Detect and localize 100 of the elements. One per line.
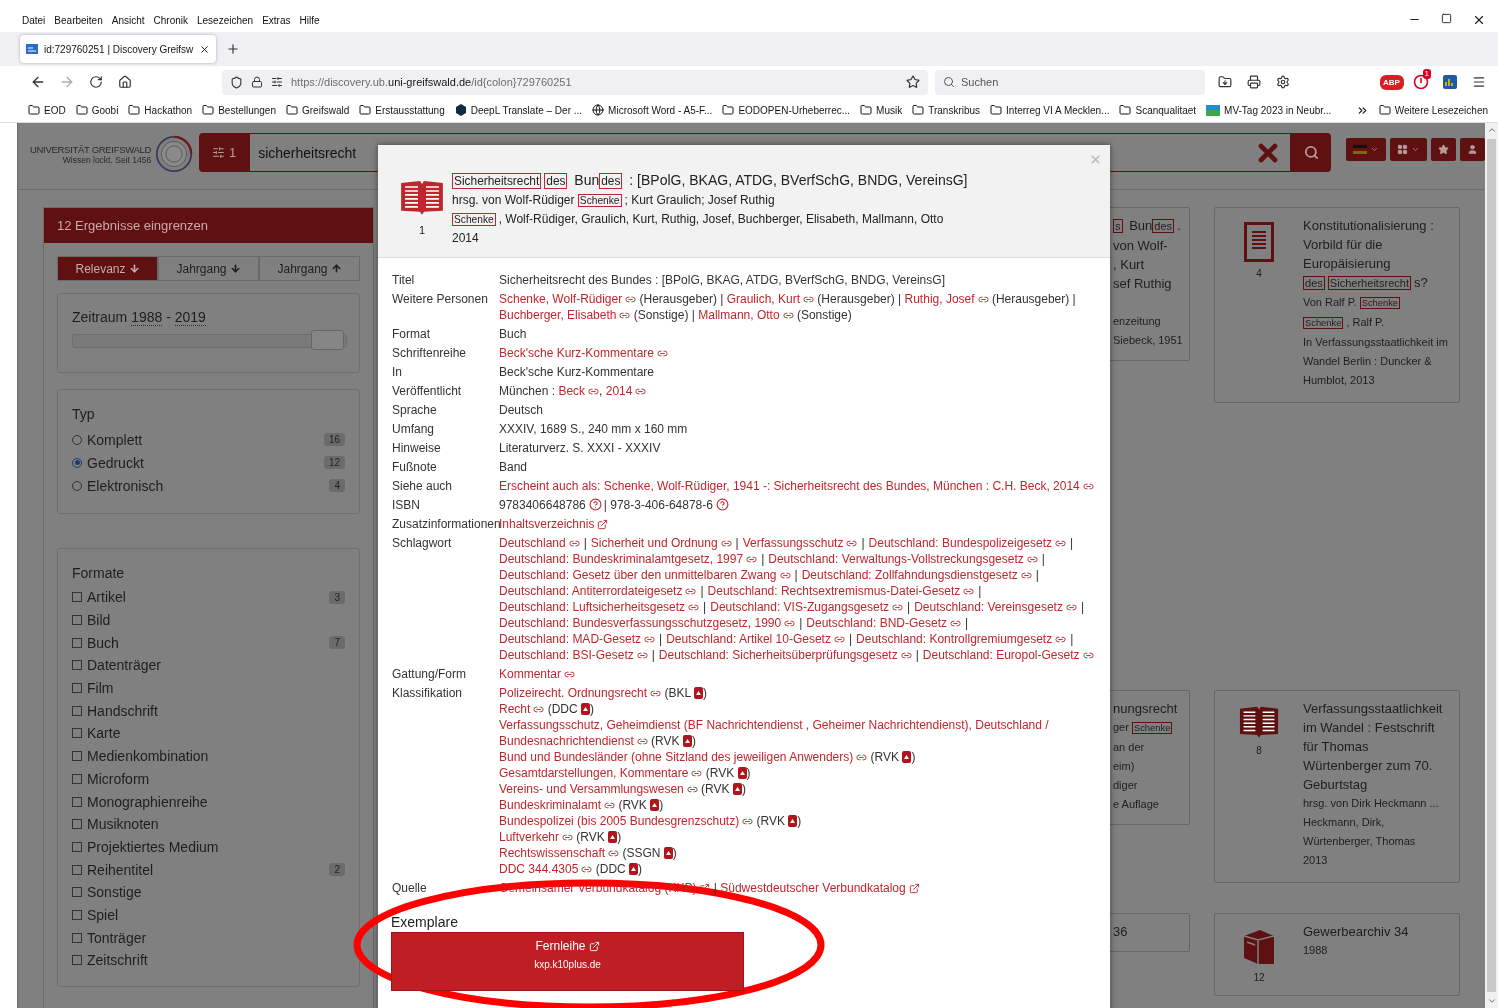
- menu-item[interactable]: Hilfe: [299, 14, 320, 26]
- interlibrary-loan-button[interactable]: Fernleihe kxp.k10plus.de: [391, 932, 744, 991]
- search-button[interactable]: [1291, 133, 1331, 172]
- triangle-badge-icon[interactable]: [608, 831, 618, 843]
- triangle-badge-icon[interactable]: [663, 847, 673, 859]
- scroll-up-icon[interactable]: [1486, 125, 1497, 135]
- bookmark-item[interactable]: DeepL Translate – Der ...: [454, 104, 583, 116]
- catalog-link[interactable]: Schenke, Wolf-Rüdiger: [499, 291, 637, 307]
- subject-link[interactable]: Deutschland: Bundeskriminalamtgesetz, 1997: [499, 551, 758, 567]
- triangle-badge-icon[interactable]: [694, 687, 703, 699]
- settings-icon[interactable]: [1275, 75, 1290, 89]
- bookmark-item[interactable]: EOD: [28, 104, 66, 116]
- triangle-badge-icon[interactable]: [629, 863, 639, 875]
- catalog-link[interactable]: Erscheint auch als: Schenke, Wolf-Rüdiger, 1941 -: Sicherheitsrecht des Bundes, München : C.H. Beck, 2014: [499, 478, 1094, 494]
- sort-button[interactable]: Relevanz: [57, 256, 158, 281]
- radio-option[interactable]: Komplett: [72, 431, 143, 448]
- filter-button[interactable]: 1: [199, 133, 250, 172]
- catalog-link[interactable]: Mallmann, Otto: [698, 307, 794, 323]
- checkbox-option[interactable]: Tonträger: [72, 929, 147, 946]
- help-icon[interactable]: [715, 498, 729, 511]
- catalog-link[interactable]: Polizeirecht. Ordnungsrecht: [499, 685, 662, 701]
- subject-link[interactable]: Deutschland: BSI-Gesetz: [499, 647, 648, 663]
- triangle-badge-icon[interactable]: [732, 783, 742, 795]
- bookmark-item[interactable]: Bestellungen: [202, 104, 276, 116]
- subject-link[interactable]: Deutschland: Zollfahndungsdienstgesetz: [801, 567, 1032, 583]
- subject-link[interactable]: Deutschland: Rechtsextremismus-Datei-Gesetz: [707, 583, 975, 599]
- star-icon[interactable]: [906, 75, 920, 89]
- menu-item[interactable]: Extras: [262, 14, 291, 26]
- bookmark-item[interactable]: MV-Tag 2023 in Neubr...: [1206, 104, 1332, 116]
- subject-link[interactable]: Deutschland: Bundesverfassungsschutzgesetz, 1990: [499, 615, 796, 631]
- view-button[interactable]: [1390, 138, 1427, 161]
- catalog-link[interactable]: Bund und Bundesländer (ohne Sitzland des jeweiligen Anwenders): [499, 749, 868, 765]
- triangle-badge-icon[interactable]: [737, 767, 747, 779]
- language-button[interactable]: [1346, 138, 1386, 161]
- bookmark-item[interactable]: EODOPEN-Urheberrec...: [722, 104, 851, 116]
- subject-link[interactable]: Verfassungsschutz: [742, 535, 858, 551]
- subject-link[interactable]: Deutschland: Artikel 10-Gesetz: [666, 631, 845, 647]
- triangle-badge-icon[interactable]: [788, 815, 798, 827]
- catalog-link[interactable]: Bundesnachrichtendienst: [499, 733, 648, 749]
- subject-link[interactable]: Deutschland: Sicherheitsüberprüfungsgesetz: [658, 647, 912, 663]
- checkbox-option[interactable]: Reihentitel: [72, 861, 154, 878]
- new-tab-icon[interactable]: [226, 42, 241, 56]
- catalog-link[interactable]: Gesamtdarstellungen, Kommentare: [499, 765, 703, 781]
- bookmark-item[interactable]: Greifswald: [286, 104, 350, 116]
- external-link[interactable]: Inhaltsverzeichnis: [499, 516, 609, 532]
- printer-icon[interactable]: [1246, 75, 1261, 89]
- bookmark-item[interactable]: Hackathon: [128, 104, 193, 116]
- subject-link[interactable]: Deutschland: Gesetz über den unmittelbaren Zwang: [499, 567, 791, 583]
- checkbox-option[interactable]: Artikel: [72, 589, 126, 606]
- bookmark-item[interactable]: Interreg VI A Mecklen...: [990, 104, 1110, 116]
- triangle-badge-icon[interactable]: [682, 735, 692, 747]
- catalog-link[interactable]: Bundeskriminalamt: [499, 797, 616, 813]
- catalog-link[interactable]: 2014: [605, 383, 647, 399]
- close-icon[interactable]: [1472, 13, 1486, 27]
- radio-option[interactable]: Gedruckt: [72, 454, 144, 471]
- external-link[interactable]: Südwestdeutscher Verbundkatalog: [720, 880, 920, 896]
- catalog-link[interactable]: Vereins- und Versammlungswesen: [499, 781, 698, 797]
- bookmark-item[interactable]: Erstausstattung: [359, 104, 445, 116]
- checkbox-option[interactable]: Spiel: [72, 906, 119, 923]
- subject-link[interactable]: Deutschland: [499, 535, 580, 551]
- browser-tab[interactable]: id:729760251 | Discovery Greifsw: [20, 35, 217, 63]
- checkbox-option[interactable]: Sonstige: [72, 884, 142, 901]
- catalog-link[interactable]: Rechtswissenschaft: [499, 845, 620, 861]
- checkbox-option[interactable]: Zeitschrift: [72, 952, 148, 969]
- bookmark-item[interactable]: Transkribus: [912, 104, 981, 116]
- bar-chart-icon[interactable]: [1442, 75, 1457, 89]
- user-button[interactable]: [1460, 138, 1485, 161]
- scroll-thumb[interactable]: [1487, 139, 1496, 992]
- menu-item[interactable]: Lesezeichen: [197, 14, 254, 26]
- checkbox-option[interactable]: Film: [72, 680, 114, 697]
- subject-link[interactable]: Deutschland: BND-Gesetz: [806, 615, 962, 631]
- subject-link[interactable]: Deutschland: Europol-Gesetz: [922, 647, 1094, 663]
- checkbox-option[interactable]: Medienkombination: [72, 748, 209, 765]
- menu-item[interactable]: Datei: [22, 14, 46, 26]
- subject-link[interactable]: Deutschland: Vereinsgesetz: [914, 599, 1077, 615]
- folder-icon[interactable]: [1217, 75, 1232, 89]
- home-icon[interactable]: [117, 75, 132, 89]
- checkbox-option[interactable]: Handschrift: [72, 702, 158, 719]
- catalog-link[interactable]: Beck: [558, 383, 600, 399]
- catalog-link[interactable]: Recht: [499, 701, 545, 717]
- sort-button[interactable]: Jahrgang: [259, 256, 360, 281]
- subject-link[interactable]: Deutschland: Verwaltungs-Vollstreckungsgesetz: [768, 551, 1038, 567]
- checkbox-option[interactable]: Musiknoten: [72, 816, 159, 833]
- checkbox-option[interactable]: Karte: [72, 725, 121, 742]
- menu-icon[interactable]: [1471, 75, 1486, 89]
- favorites-button[interactable]: [1431, 138, 1456, 161]
- help-icon[interactable]: [588, 498, 602, 511]
- subject-link[interactable]: Deutschland: Kontrollgremiumgesetz: [856, 631, 1067, 647]
- checkbox-option[interactable]: Monographienreihe: [72, 793, 208, 810]
- bookmark-item[interactable]: Weitere Lesezeichen: [1378, 104, 1488, 116]
- checkbox-option[interactable]: Datenträger: [72, 657, 161, 674]
- triangle-badge-icon[interactable]: [902, 751, 912, 763]
- scroll-down-icon[interactable]: [1486, 996, 1497, 1006]
- bookmark-item[interactable]: Goobi: [75, 104, 119, 116]
- subject-link[interactable]: Deutschland: VIS-Zugangsgesetz: [710, 599, 903, 615]
- checkbox-option[interactable]: Buch: [72, 634, 119, 651]
- search-field[interactable]: Suchen: [935, 69, 1205, 95]
- checkbox-option[interactable]: Bild: [72, 612, 111, 629]
- address-field[interactable]: https://discovery.ub.uni-greifswald.de/id{colon}729760251: [222, 69, 928, 95]
- catalog-link[interactable]: Graulich, Kurt: [726, 291, 815, 307]
